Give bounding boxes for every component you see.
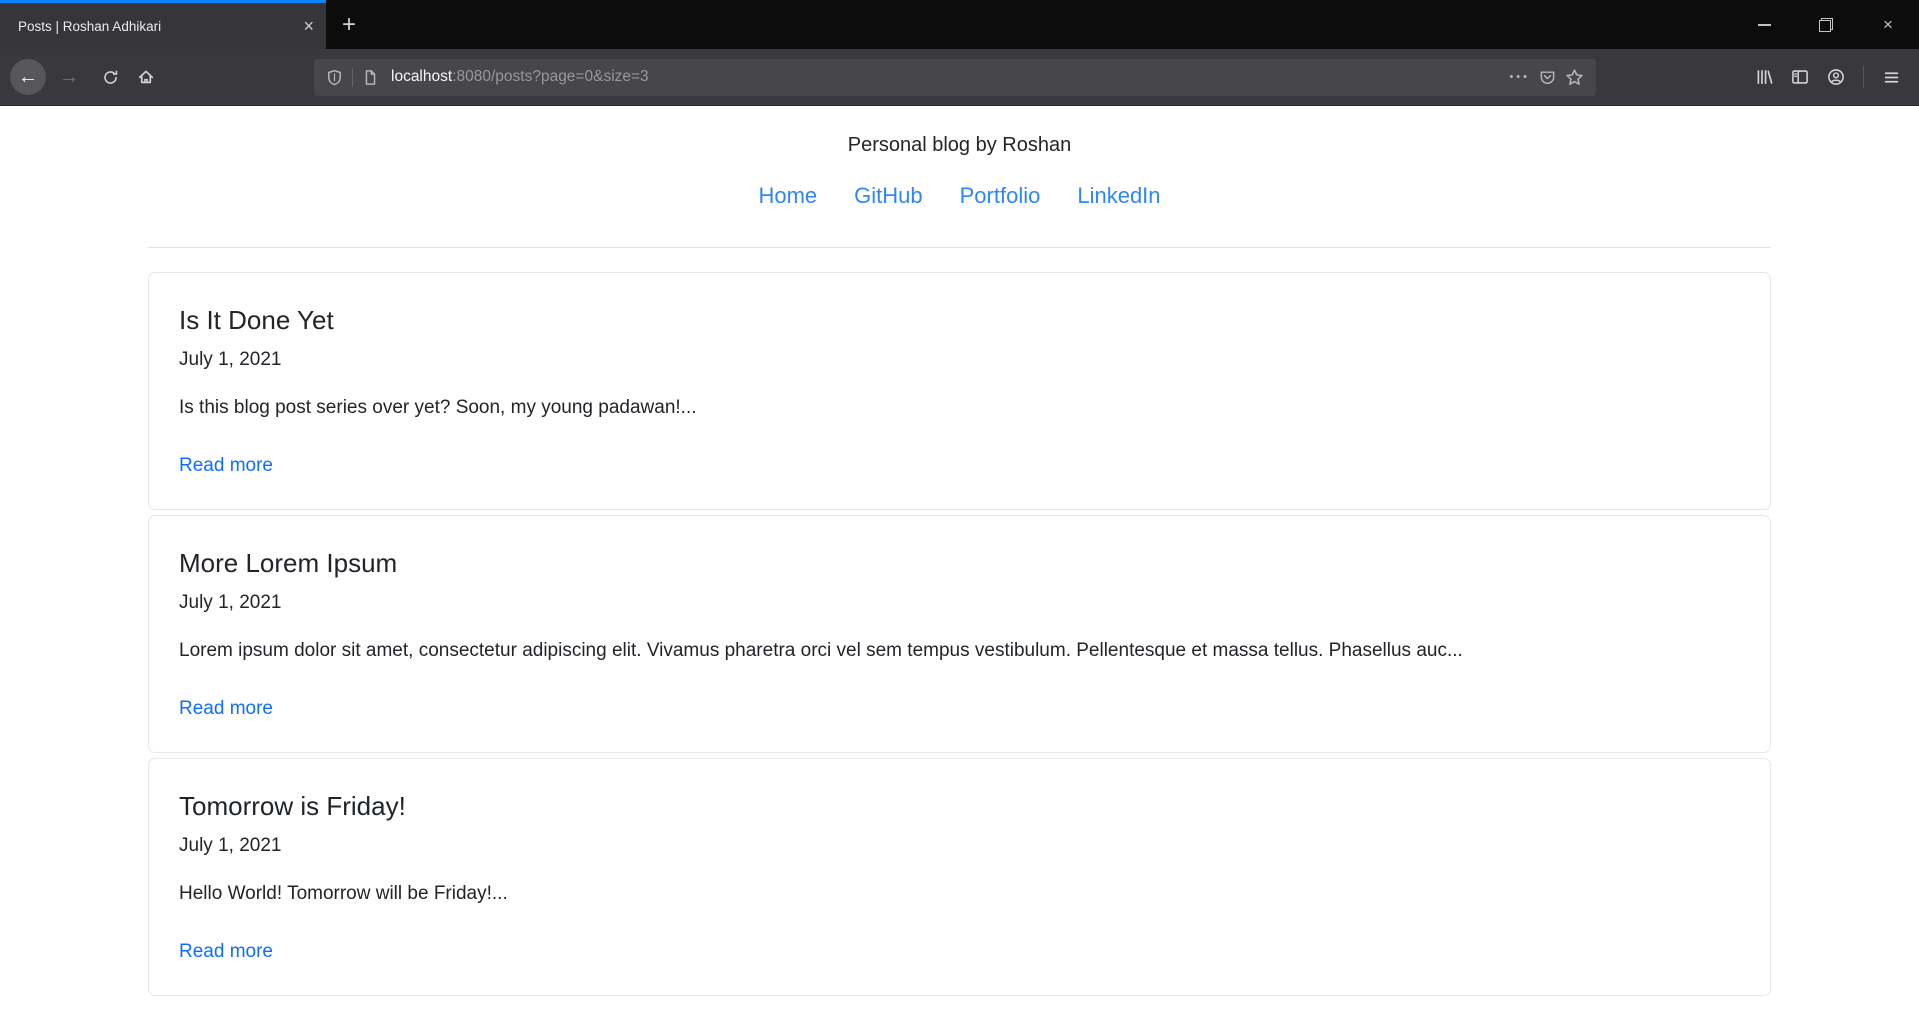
sidebar-button[interactable] xyxy=(1782,59,1818,95)
urlbar-separator xyxy=(352,67,353,87)
close-button[interactable]: × xyxy=(1857,0,1919,49)
site-title: Personal blog by Roshan xyxy=(847,134,1072,156)
post-excerpt: Lorem ipsum dolor sit amet, consectetur … xyxy=(179,640,1463,661)
post-title: More Lorem Ipsum xyxy=(179,548,398,578)
read-more-link[interactable]: Read more xyxy=(179,939,273,965)
page-content: Personal blog by Roshan Home GitHub Port… xyxy=(0,106,1919,1020)
post-excerpt: Hello World! Tomorrow will be Friday!... xyxy=(179,883,508,904)
post-excerpt: Is this blog post series over yet? Soon,… xyxy=(179,397,697,418)
restore-icon xyxy=(1819,17,1833,32)
minimize-button[interactable] xyxy=(1733,0,1795,49)
url-bar[interactable]: localhost:8080/posts?page=0&size=3 ••• xyxy=(314,58,1596,96)
titlebar-drag-area xyxy=(372,0,1733,49)
navigation-toolbar: ← → localhost:8080/posts?page=0&size=3 •… xyxy=(0,49,1919,106)
header-divider xyxy=(148,247,1771,248)
account-icon xyxy=(1828,69,1844,85)
nav-link-home[interactable]: Home xyxy=(758,181,817,211)
browser-window: Posts | Roshan Adhikari × + × ← → localh… xyxy=(0,0,1919,1020)
reload-button[interactable] xyxy=(92,59,128,95)
post-list: Is It Done Yet July 1, 2021 Is this blog… xyxy=(148,272,1771,996)
post-card: Tomorrow is Friday! July 1, 2021 Hello W… xyxy=(148,758,1771,996)
library-button[interactable] xyxy=(1746,59,1782,95)
tab-title: Posts | Roshan Adhikari xyxy=(18,18,162,34)
nav-link-portfolio[interactable]: Portfolio xyxy=(960,181,1041,211)
browser-tab[interactable]: Posts | Roshan Adhikari × xyxy=(0,0,326,49)
post-date: July 1, 2021 xyxy=(179,835,282,856)
new-tab-button[interactable]: + xyxy=(326,0,372,49)
post-title: Tomorrow is Friday! xyxy=(179,791,406,821)
post-date: July 1, 2021 xyxy=(179,349,282,370)
post-card: More Lorem Ipsum July 1, 2021 Lorem ipsu… xyxy=(148,515,1771,753)
bookmark-star-icon[interactable] xyxy=(1565,68,1584,87)
read-more-link[interactable]: Read more xyxy=(179,696,273,722)
menu-button[interactable] xyxy=(1873,59,1909,95)
sidebar-icon xyxy=(1792,70,1808,84)
post-date: July 1, 2021 xyxy=(179,592,282,613)
account-button[interactable] xyxy=(1818,59,1854,95)
close-icon: × xyxy=(1883,14,1893,34)
reload-icon xyxy=(103,70,117,84)
minimize-icon xyxy=(1757,23,1771,26)
home-button[interactable] xyxy=(128,59,164,95)
nav-link-linkedin[interactable]: LinkedIn xyxy=(1077,181,1160,211)
back-arrow-icon: ← xyxy=(18,65,38,88)
home-icon xyxy=(138,70,154,84)
window-controls: × xyxy=(1733,0,1919,49)
url-text[interactable]: localhost:8080/posts?page=0&size=3 xyxy=(391,68,649,86)
post-card: Is It Done Yet July 1, 2021 Is this blog… xyxy=(148,272,1771,510)
forward-button[interactable]: → xyxy=(51,59,87,95)
tracking-protection-shield-icon[interactable] xyxy=(326,69,343,86)
restore-button[interactable] xyxy=(1795,0,1857,49)
pocket-icon[interactable] xyxy=(1539,69,1556,86)
page-actions-icon[interactable]: ••• xyxy=(1509,71,1530,83)
library-icon xyxy=(1757,69,1773,85)
tab-bar: Posts | Roshan Adhikari × + × xyxy=(0,0,1919,49)
main-navigation: Home GitHub Portfolio LinkedIn xyxy=(0,181,1919,211)
hamburger-menu-icon xyxy=(1884,71,1898,83)
page-info-icon[interactable] xyxy=(362,69,379,86)
plus-icon: + xyxy=(341,10,356,38)
read-more-link[interactable]: Read more xyxy=(179,453,273,479)
toolbar-separator xyxy=(1863,66,1864,88)
url-path: :8080/posts?page=0&size=3 xyxy=(452,68,649,85)
tab-close-icon[interactable]: × xyxy=(303,17,314,35)
forward-arrow-icon: → xyxy=(59,65,79,88)
nav-link-github[interactable]: GitHub xyxy=(854,181,922,211)
post-title: Is It Done Yet xyxy=(179,305,334,335)
url-host: localhost xyxy=(391,68,453,85)
back-button[interactable]: ← xyxy=(10,59,46,95)
